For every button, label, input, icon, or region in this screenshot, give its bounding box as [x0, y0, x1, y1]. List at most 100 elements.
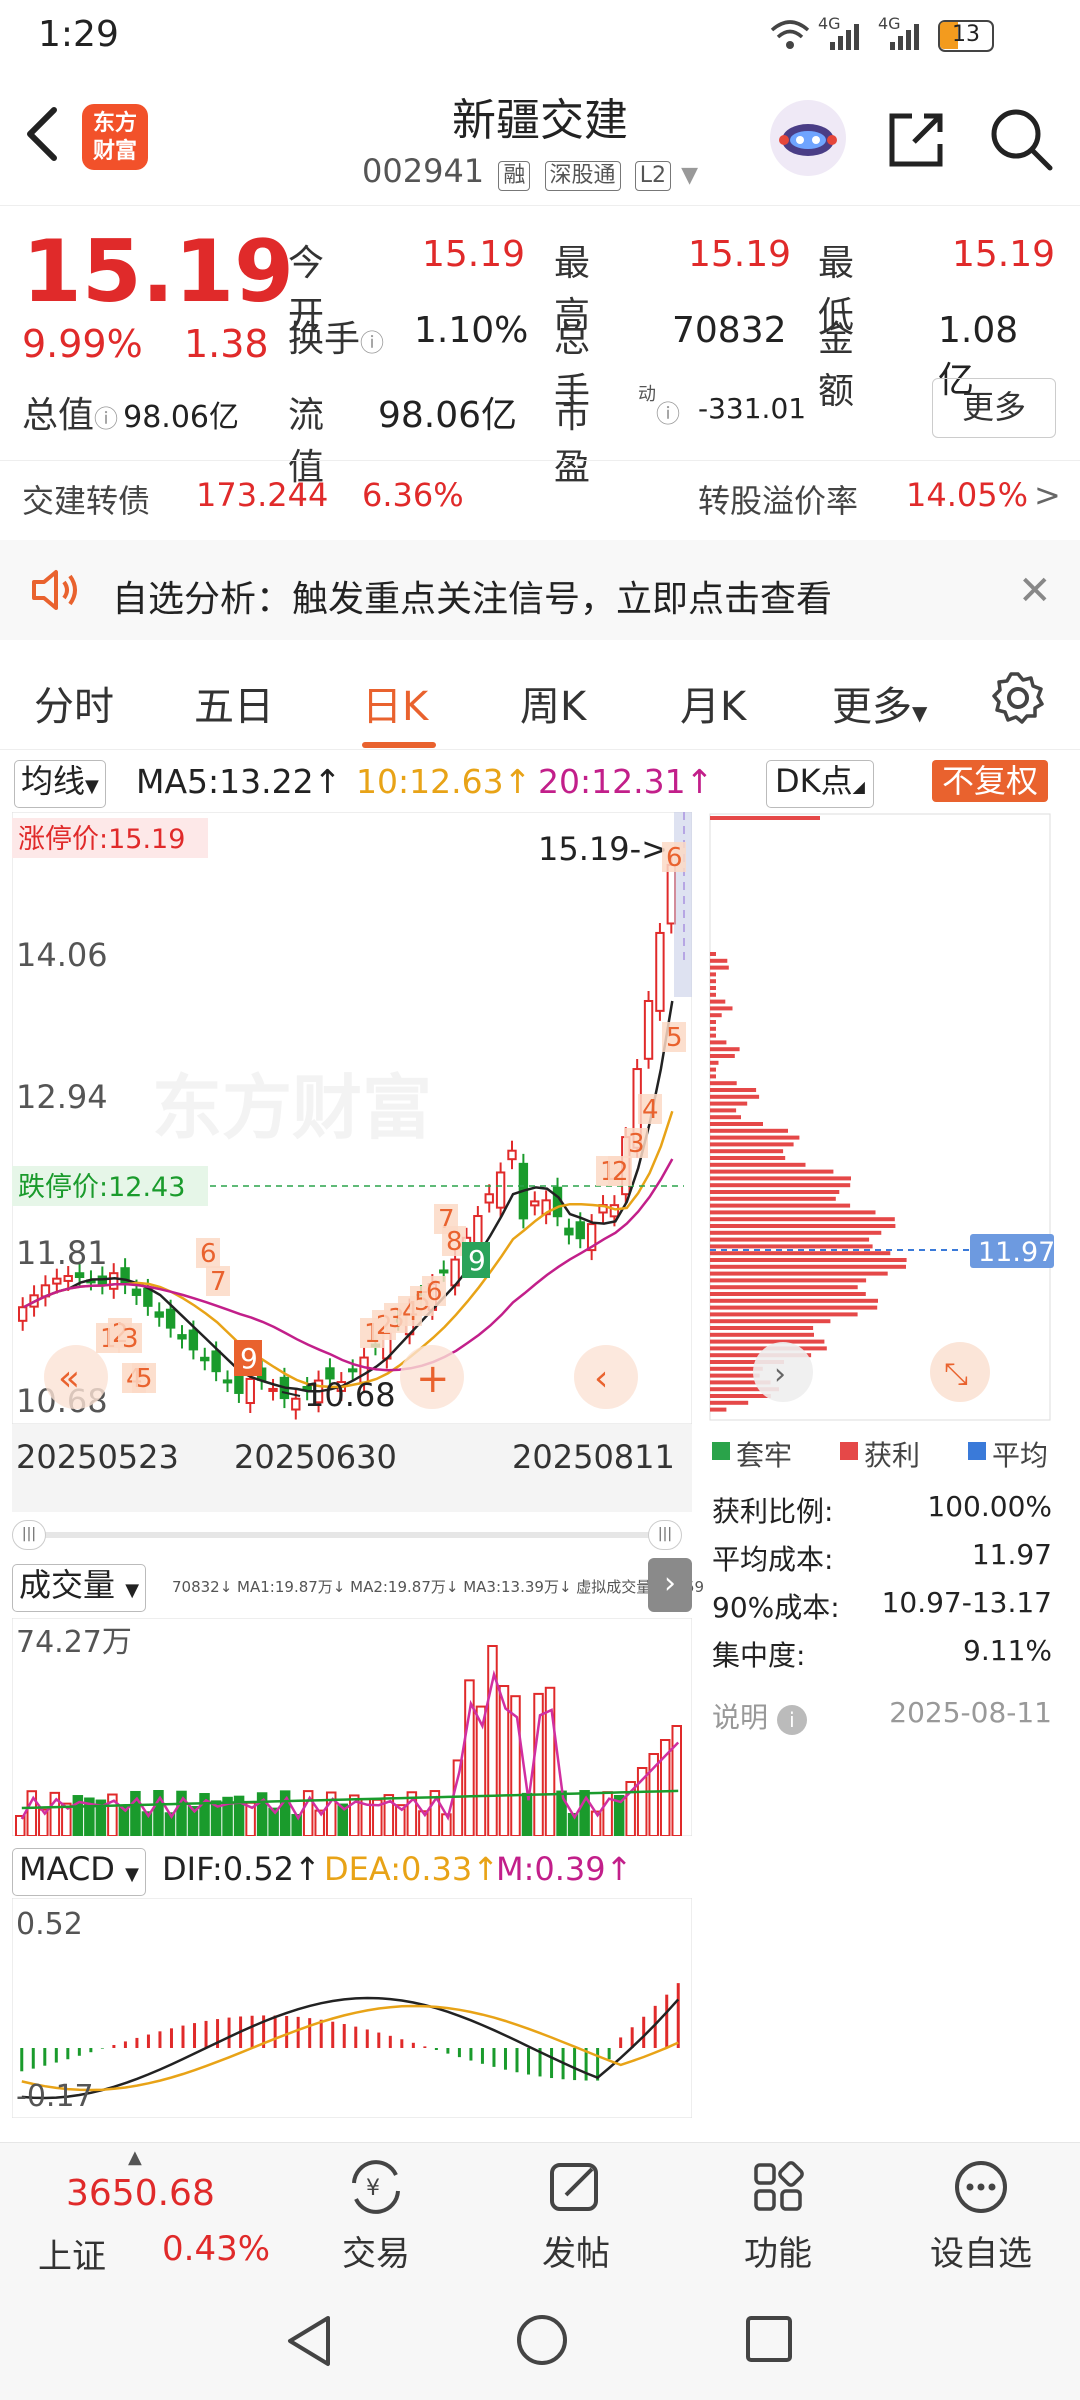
candle	[154, 1311, 164, 1318]
chip-bar	[710, 1006, 733, 1011]
chip-bar	[710, 1040, 727, 1045]
chip-bar	[710, 1135, 800, 1140]
ma10-value: 10:12.63↑	[356, 762, 532, 801]
candle	[507, 1149, 517, 1161]
volume-chart[interactable]: 74.27万	[11, 1617, 693, 1838]
notice-text: 自选分析：触发重点关注信号，立即点击查看	[112, 579, 833, 620]
chip-bar	[710, 1264, 906, 1269]
chip-bar	[710, 1203, 851, 1208]
macd-selector[interactable]: MACD ▼	[12, 1848, 146, 1896]
more-dots-icon	[955, 2161, 1007, 2213]
chip-bar	[710, 1190, 840, 1194]
chip-bar	[710, 1339, 825, 1344]
candle	[575, 1221, 585, 1240]
limit-up-label: 涨停价:15.19	[18, 824, 185, 855]
candle	[63, 1275, 73, 1282]
chip-bar	[710, 1074, 716, 1079]
index-pct[interactable]: 0.43%	[162, 2229, 270, 2269]
candle	[177, 1334, 187, 1340]
candle	[131, 1288, 142, 1296]
total-value[interactable]: 总值ⓘ 98.06亿	[22, 386, 239, 438]
tab-intraday[interactable]: 分时	[34, 674, 114, 732]
volume-selector[interactable]: 成交量 ▼	[12, 1564, 147, 1612]
macd-m: M:0.39↑	[496, 1850, 633, 1888]
expand-icon[interactable]: ⤡	[944, 1357, 968, 1392]
chart-tabs: 分时 五日 日K 周K 月K 更多▼	[0, 640, 1080, 750]
volume-bar	[291, 1813, 302, 1837]
share-icon[interactable]	[884, 108, 948, 176]
info-icon: ⓘ	[94, 405, 119, 433]
candle	[495, 1171, 506, 1209]
nav-recents-icon[interactable]	[744, 2314, 794, 2368]
dropdown-icon: ▼	[681, 163, 699, 188]
chip-bar	[710, 1122, 763, 1126]
more-button[interactable]: 更多	[932, 378, 1056, 438]
chip-bar	[710, 1230, 882, 1235]
macd-dea: DEA:0.33↑	[324, 1850, 500, 1888]
candle	[245, 1377, 255, 1405]
signal-marker: 7	[210, 1267, 227, 1297]
features-button[interactable]: 功能	[718, 2157, 838, 2275]
tab-more[interactable]: 更多▼	[832, 674, 927, 732]
stock-code-row[interactable]: 002941 融 深股通 L2 ▼	[362, 152, 698, 191]
chip-bar	[710, 979, 716, 984]
chip-bar	[710, 1026, 716, 1031]
plus-icon[interactable]: +	[416, 1356, 450, 1402]
ma-selector[interactable]: 均线▼	[14, 760, 106, 808]
add-watchlist-button[interactable]: 设自选	[916, 2157, 1046, 2275]
volume-max-label: 74.27万	[16, 1625, 132, 1660]
index-name[interactable]: 上证	[38, 2229, 106, 2278]
candle	[291, 1397, 301, 1411]
chip-bar	[710, 1020, 716, 1024]
close-icon[interactable]: ✕	[1018, 568, 1052, 614]
app-logo[interactable]: 东方 财富	[82, 104, 148, 170]
back-icon[interactable]	[22, 102, 62, 170]
chip-bar	[710, 816, 820, 820]
adjust-toggle[interactable]: 不复权	[932, 760, 1049, 802]
chip-bar	[710, 1312, 858, 1317]
tab-weekly-k[interactable]: 周K	[520, 674, 586, 732]
chip-svg[interactable]: 11.97 › ⤡	[708, 812, 1080, 1432]
candle	[143, 1287, 153, 1307]
post-button[interactable]: 发帖	[516, 2157, 636, 2275]
chip-bar	[710, 1156, 786, 1160]
signal-marker: 6	[426, 1277, 443, 1307]
battery-icon: 13	[938, 20, 994, 52]
active-tab-indicator	[362, 742, 436, 748]
convertible-bond-row[interactable]: 交建转债 173.244 6.36% 转股溢价率 14.05% >	[22, 476, 1062, 522]
chip-bar	[710, 1373, 760, 1378]
candle	[222, 1379, 233, 1384]
trade-button[interactable]: ¥ 交易	[316, 2157, 436, 2275]
chart-scrollbar[interactable]: ||| |||	[12, 1520, 682, 1550]
chip-distribution[interactable]: 11.97 › ⤡	[708, 812, 1080, 1432]
chip-chevron-icon[interactable]: ›	[774, 1357, 786, 1392]
signal-marker: 6	[200, 1239, 217, 1269]
tab-five-day[interactable]: 五日	[194, 674, 274, 732]
chevron-right-icon: >	[1034, 476, 1061, 514]
scroll-handle-left[interactable]: |||	[12, 1520, 46, 1550]
chip-bar	[710, 1298, 878, 1303]
kline-chart[interactable]: 东方财富 涨停价:15.19 跌停价:12.43 14.06 12.94 11.…	[11, 811, 694, 1512]
settings-gear-icon[interactable]	[990, 670, 1046, 730]
change-amt: 1.38	[184, 322, 269, 366]
macd-chart[interactable]: 0.52 -0.17	[11, 1897, 693, 2119]
scroll-handle-right[interactable]: |||	[648, 1520, 682, 1550]
nav-back-icon[interactable]	[282, 2312, 336, 2374]
volume-info: 70832↓ MA1:19.87万↓ MA2:19.87万↓ MA3:13.39…	[172, 1578, 705, 1596]
index-value[interactable]: 3650.68	[66, 2173, 215, 2214]
search-icon[interactable]	[988, 106, 1054, 176]
expand-indicator-button[interactable]: ›	[648, 1558, 692, 1612]
dk-point-selector[interactable]: DK点◢	[766, 760, 874, 808]
kline-svg[interactable]: 东方财富 涨停价:15.19 跌停价:12.43 14.06 12.94 11.…	[11, 811, 694, 1512]
chip-legend: 套牢 获利 平均	[712, 1432, 1072, 1476]
double-chevron-left-icon[interactable]: «	[58, 1358, 80, 1399]
chevron-left-icon[interactable]: ‹	[594, 1358, 608, 1399]
notice-banner[interactable]: 自选分析：触发重点关注信号，立即点击查看 ✕	[0, 540, 1080, 640]
nav-home-icon[interactable]	[514, 2312, 570, 2372]
assistant-avatar[interactable]	[770, 100, 846, 176]
chip-bar	[710, 1033, 716, 1038]
chip-note[interactable]: 说明 i 2025-08-11	[712, 1696, 1052, 1736]
candle	[530, 1200, 540, 1207]
tab-monthly-k[interactable]: 月K	[680, 674, 746, 732]
tab-daily-k[interactable]: 日K	[362, 674, 428, 732]
